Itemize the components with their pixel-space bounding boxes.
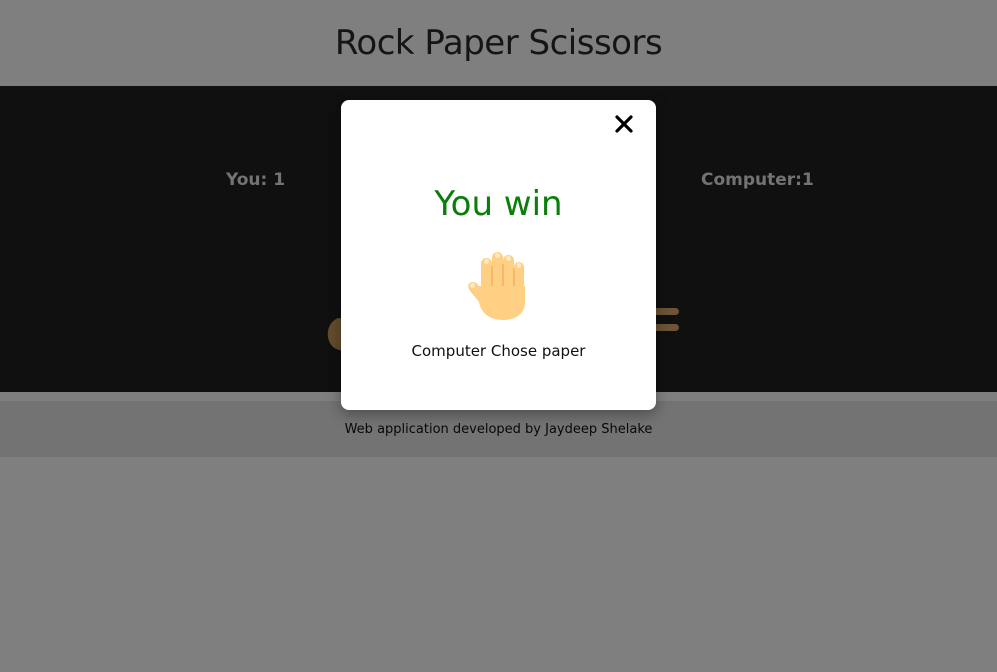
result-modal: You win Computer Chose paper xyxy=(341,100,656,410)
computer-choice-message: Computer Chose paper xyxy=(411,342,586,360)
close-icon xyxy=(615,115,633,133)
close-button[interactable] xyxy=(614,114,634,134)
page: Rock Paper Scissors You: 1 Computer:1 We… xyxy=(0,0,997,672)
result-text: You win xyxy=(434,184,563,224)
raised-hand-icon xyxy=(461,246,537,322)
